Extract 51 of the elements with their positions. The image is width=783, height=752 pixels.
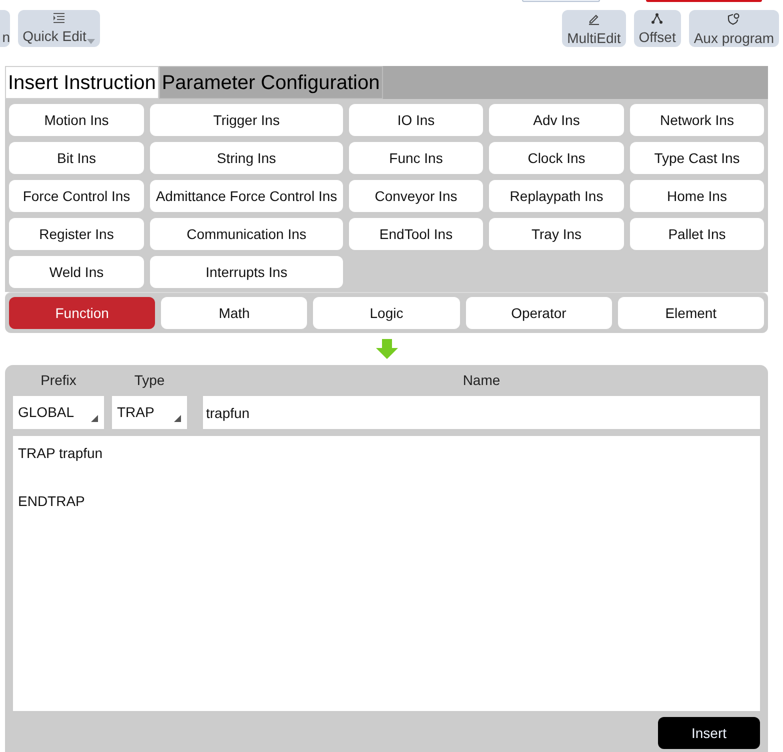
instruction-group-button[interactable]: Clock Ins: [489, 142, 624, 174]
instruction-group-button[interactable]: Replaypath Ins: [489, 180, 624, 212]
prefix-select[interactable]: GLOBAL: [13, 396, 104, 429]
toolbar-button[interactable]: n: [0, 10, 10, 47]
quick-edit-button[interactable]: Quick Edit: [18, 10, 100, 47]
instruction-group-button[interactable]: IO Ins: [349, 104, 483, 136]
tab[interactable]: Insert Instruction: [5, 66, 159, 99]
instruction-group-button[interactable]: Force Control Ins: [9, 180, 144, 212]
instruction-group-button[interactable]: Trigger Ins: [150, 104, 343, 136]
nodes-icon: [651, 13, 664, 24]
category-button[interactable]: Element: [618, 297, 764, 329]
toolbar-button[interactable]: Offset: [634, 10, 681, 47]
name-input[interactable]: trapfun: [203, 396, 760, 429]
instruction-group-button[interactable]: Pallet Ins: [630, 218, 764, 250]
category-button[interactable]: Function: [9, 297, 156, 329]
instruction-group-button[interactable]: Tray Ins: [489, 218, 624, 250]
column-label: Type: [133, 371, 166, 390]
instruction-group-button[interactable]: Interrupts Ins: [150, 256, 343, 288]
pencil-icon: [588, 13, 600, 25]
instruction-group-button[interactable]: EndTool Ins: [349, 218, 483, 250]
column-label: Prefix: [40, 371, 78, 390]
instruction-group-button[interactable]: Adv Ins: [489, 104, 624, 136]
instruction-group-button[interactable]: Register Ins: [9, 218, 144, 250]
type-select[interactable]: TRAP: [112, 396, 187, 429]
instruction-group-button[interactable]: Motion Ins: [9, 104, 144, 136]
code-text: TRAP trapfun ENDTRAP: [18, 445, 103, 509]
instruction-group-button[interactable]: Func Ins: [349, 142, 483, 174]
dropdown-caret-icon: [87, 39, 96, 44]
instruction-group-button[interactable]: String Ins: [150, 142, 343, 174]
code-editor[interactable]: TRAP trapfun ENDTRAP: [13, 436, 760, 711]
instruction-group-button[interactable]: Weld Ins: [9, 256, 144, 288]
tab[interactable]: Parameter Configuration: [158, 66, 383, 99]
instruction-group-button[interactable]: Bit Ins: [9, 142, 144, 174]
instruction-group-button[interactable]: Type Cast Ins: [630, 142, 764, 174]
instruction-group-button[interactable]: Network Ins: [630, 104, 764, 136]
instruction-group-button[interactable]: Communication Ins: [150, 218, 343, 250]
column-label: Name: [462, 371, 502, 390]
dropdown-corner-icon: [91, 415, 98, 422]
list-indent-icon: [53, 13, 65, 23]
category-button[interactable]: Logic: [313, 297, 460, 329]
down-arrow-icon: [376, 339, 398, 359]
category-button[interactable]: Operator: [466, 297, 612, 329]
toolbar-button[interactable]: MultiEdit: [562, 10, 626, 47]
shield-gear-icon: [727, 13, 740, 25]
insert-button[interactable]: Insert: [658, 717, 760, 749]
instruction-group-button[interactable]: Admittance Force Control Ins: [150, 180, 343, 212]
category-button[interactable]: Math: [161, 297, 308, 329]
toolbar-button[interactable]: Aux program: [688, 10, 779, 47]
instruction-group-button[interactable]: Home Ins: [630, 180, 764, 212]
dropdown-corner-icon: [174, 415, 181, 422]
instruction-group-button[interactable]: Conveyor Ins: [349, 180, 483, 212]
